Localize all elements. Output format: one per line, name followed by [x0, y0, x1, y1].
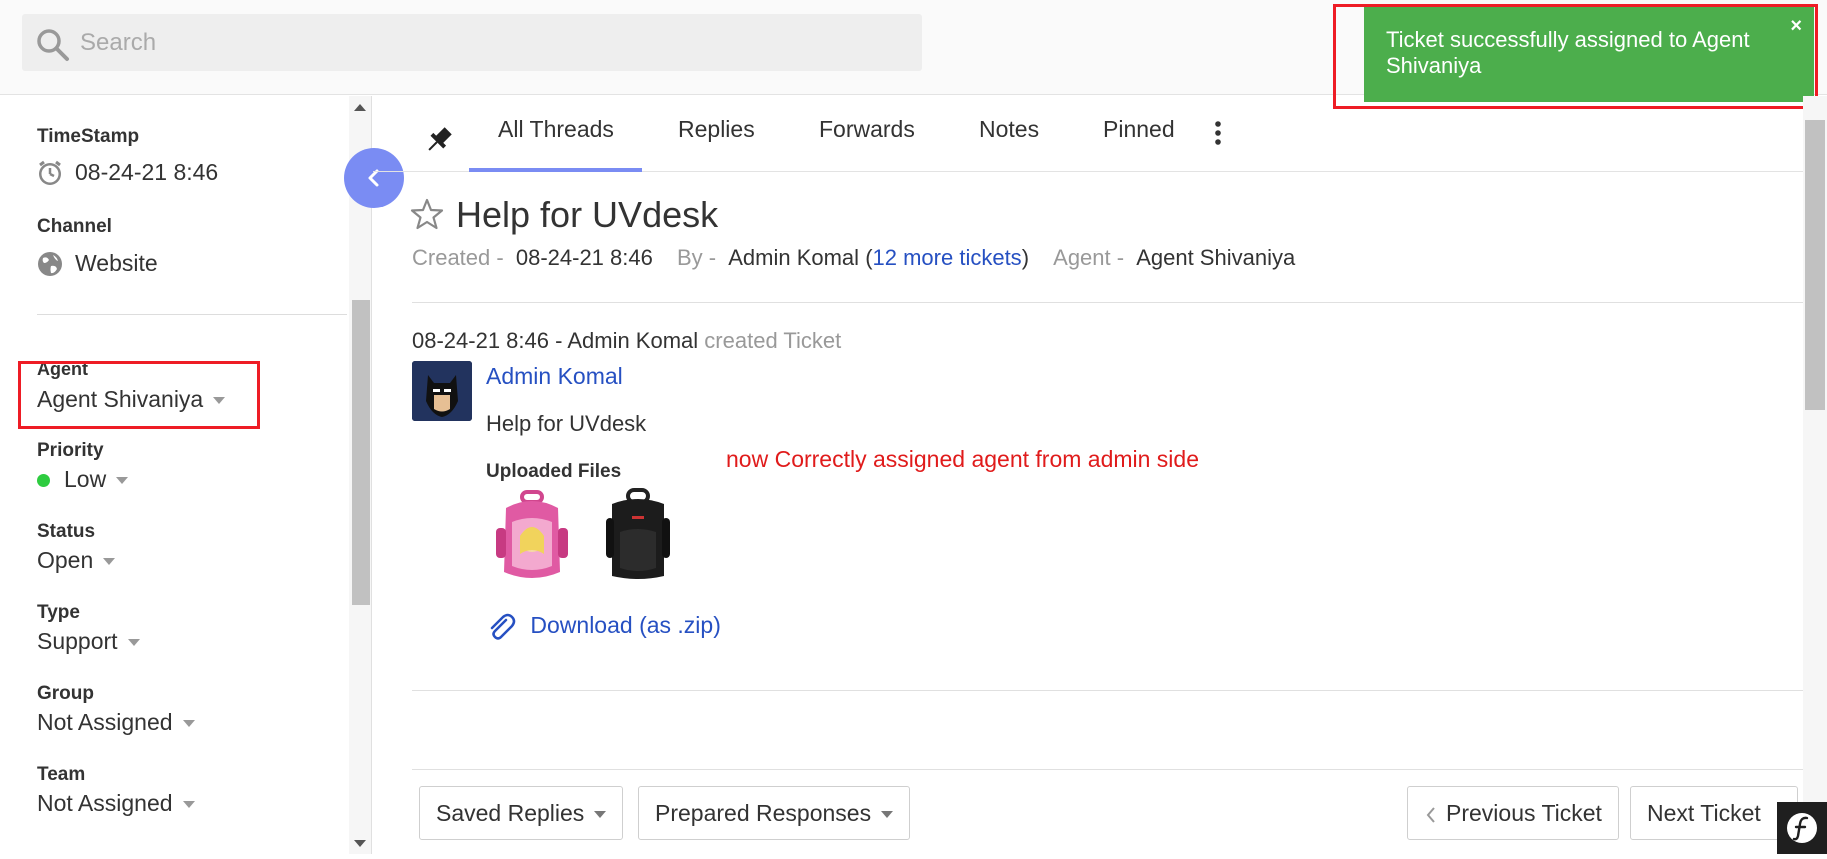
agent-highlight-box	[18, 361, 260, 429]
saved-replies-button[interactable]: Saved Replies	[419, 786, 624, 840]
channel-value: Website	[75, 250, 158, 276]
timestamp-row: 08-24-21 8:46	[37, 159, 218, 186]
annotation-note: now Correctly assigned agent from admin …	[726, 446, 1200, 472]
team-dropdown[interactable]: Not Assigned	[37, 790, 195, 817]
type-label: Type	[37, 602, 80, 623]
star-icon[interactable]	[410, 197, 444, 231]
thread-time-author: 08-24-21 8:46 - Admin Komal	[412, 328, 699, 353]
channel-label: Channel	[37, 216, 112, 237]
timestamp-label: TimeStamp	[37, 126, 140, 147]
prepared-responses-button[interactable]: Prepared Responses	[638, 786, 911, 840]
scroll-up-icon[interactable]	[354, 104, 366, 111]
thread-author-link[interactable]: Admin Komal	[486, 363, 623, 390]
sidebar-divider	[37, 314, 347, 315]
chevron-down-icon	[182, 801, 195, 809]
team-label: Team	[37, 764, 86, 785]
saved-replies-label: Saved Replies	[436, 800, 585, 826]
chevron-down-icon	[881, 811, 894, 819]
previous-ticket-label: Previous Ticket	[1446, 800, 1602, 826]
scroll-down-icon[interactable]	[354, 840, 366, 847]
ticket-title: Help for UVdesk	[456, 194, 719, 235]
pink-backpack-thumbnail[interactable]	[492, 488, 572, 584]
chevron-down-icon	[116, 477, 129, 485]
search-icon	[37, 29, 69, 61]
status-dropdown[interactable]: Open	[37, 547, 116, 574]
priority-label: Priority	[37, 440, 104, 461]
active-tab-indicator	[469, 168, 642, 172]
sidebar-scrollbar-thumb[interactable]	[352, 300, 370, 605]
team-value: Not Assigned	[37, 790, 173, 816]
chevron-down-icon	[182, 720, 195, 728]
toast-highlight-box	[1333, 4, 1818, 109]
thread-tabs: All Threads Replies Forwards Notes Pinne…	[373, 96, 1803, 172]
timestamp-value: 08-24-21 8:46	[75, 159, 219, 185]
ticket-meta: Created - 08-24-21 8:46 By - Admin Komal…	[412, 245, 1295, 271]
tab-forwards[interactable]: Forwards	[819, 116, 915, 143]
uploaded-files-label: Uploaded Files	[486, 461, 622, 482]
priority-value: Low	[64, 466, 107, 492]
type-dropdown[interactable]: Support	[37, 628, 140, 655]
more-options-icon[interactable]	[1213, 120, 1223, 146]
tab-replies[interactable]: Replies	[678, 116, 755, 143]
download-zip-link[interactable]: Download (as .zip)	[486, 612, 721, 642]
header-divider	[412, 302, 1803, 303]
by-value: Admin Komal	[728, 245, 860, 270]
tab-pinned[interactable]: Pinned	[1103, 116, 1175, 143]
priority-dot-icon	[37, 474, 50, 488]
thread-divider	[412, 690, 1803, 691]
symfony-toolbar-toggle[interactable]	[1777, 802, 1827, 854]
next-ticket-button[interactable]: Next Ticket	[1630, 786, 1798, 840]
previous-ticket-button[interactable]: Previous Ticket	[1407, 786, 1619, 840]
toolbar-divider	[412, 769, 1803, 770]
next-ticket-label: Next Ticket	[1647, 800, 1761, 826]
created-value: 08-24-21 8:46	[515, 245, 653, 270]
group-label: Group	[37, 683, 94, 704]
thread-body: Help for UVdesk	[486, 411, 647, 436]
tab-notes[interactable]: Notes	[979, 116, 1039, 143]
avatar[interactable]	[412, 361, 472, 421]
created-label: Created -	[412, 245, 504, 270]
agent-meta-value: Agent Shivaniya	[1136, 245, 1296, 270]
globe-icon	[38, 251, 62, 276]
type-value: Support	[37, 628, 118, 654]
download-label: Download (as .zip)	[530, 612, 721, 639]
chevron-left-icon	[1426, 807, 1435, 823]
more-tickets-link[interactable]: 12 more tickets	[873, 245, 1022, 270]
thread-header: 08-24-21 8:46 - Admin Komal created Tick…	[412, 328, 841, 354]
black-backpack-thumbnail[interactable]	[598, 488, 678, 584]
thread-action: created Ticket	[704, 328, 842, 353]
chevron-down-icon	[127, 639, 140, 647]
status-label: Status	[37, 521, 96, 542]
priority-dropdown[interactable]: Low	[37, 466, 129, 493]
tab-all-threads[interactable]: All Threads	[498, 116, 614, 143]
chevron-down-icon	[594, 811, 607, 819]
symfony-logo-icon	[1787, 813, 1817, 843]
batman-avatar-icon	[412, 361, 472, 421]
main-scrollbar-thumb[interactable]	[1805, 120, 1825, 410]
group-dropdown[interactable]: Not Assigned	[37, 709, 195, 736]
pin-icon[interactable]	[423, 124, 455, 156]
ticket-info-sidebar: TimeStamp 08-24-21 8:46 Channel Website …	[0, 96, 372, 854]
search-input[interactable]	[80, 14, 910, 71]
more-tickets-wrapper: (12 more tickets)	[865, 245, 1030, 270]
clock-icon	[39, 160, 61, 185]
channel-row: Website	[37, 250, 158, 277]
prepared-responses-label: Prepared Responses	[655, 800, 872, 826]
agent-meta-label: Agent -	[1053, 245, 1125, 270]
status-value: Open	[37, 547, 94, 573]
paperclip-icon	[490, 613, 516, 640]
chevron-down-icon	[103, 558, 116, 566]
by-label: By -	[676, 245, 717, 270]
group-value: Not Assigned	[37, 709, 173, 735]
